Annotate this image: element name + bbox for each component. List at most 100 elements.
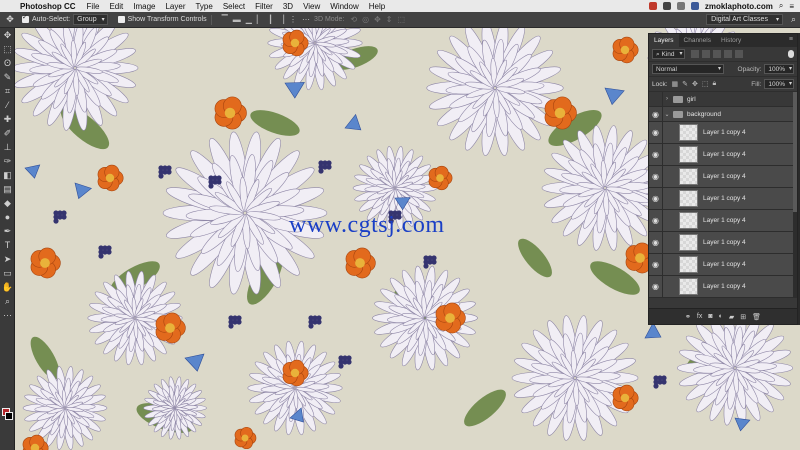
add-mask-icon[interactable]: ◙ — [708, 313, 712, 320]
stamp-tool-icon[interactable]: ⊥ — [0, 140, 15, 154]
smart-object-filter-icon[interactable] — [735, 50, 744, 58]
layer-row[interactable]: ◉ Layer 1 copy 4 — [649, 232, 797, 254]
crop-tool-icon[interactable]: ⌗ — [0, 84, 15, 98]
eyedropper-tool-icon[interactable]: ⁄ — [0, 98, 15, 112]
marquee-tool-icon[interactable]: ⬚ — [0, 42, 15, 56]
adjustment-layer-icon[interactable]: ◐ — [719, 313, 723, 320]
more-tools-icon[interactable]: ··· — [0, 308, 15, 322]
visibility-toggle[interactable] — [649, 92, 663, 106]
search-icon[interactable]: ⌕ — [791, 14, 796, 25]
align-left-icon[interactable]: ▏ — [257, 15, 263, 24]
path-select-tool-icon[interactable]: ➤ — [0, 252, 15, 266]
menu-filter[interactable]: Filter — [250, 2, 278, 11]
visibility-toggle[interactable]: ◉ — [649, 188, 663, 209]
menu-view[interactable]: View — [298, 2, 325, 11]
auto-select-checkbox[interactable] — [22, 13, 29, 23]
layer-row[interactable]: ◉ Layer 1 copy 4 — [649, 166, 797, 188]
healing-tool-icon[interactable]: ✚ — [0, 112, 15, 126]
3d-slide-icon[interactable]: ⇕ — [386, 15, 393, 24]
layer-row[interactable]: ◉ Layer 1 copy 4 — [649, 144, 797, 166]
type-filter-icon[interactable] — [713, 50, 722, 58]
record-icon[interactable] — [648, 2, 657, 10]
menu-file[interactable]: File — [82, 2, 105, 11]
status-icon[interactable] — [662, 2, 671, 10]
opacity-input[interactable]: 100% — [764, 64, 794, 74]
blur-tool-icon[interactable]: ◆ — [0, 196, 15, 210]
new-group-icon[interactable]: ▰ — [729, 313, 734, 321]
layer-row[interactable]: ◉ Layer 1 copy 4 — [649, 276, 797, 298]
lock-position-icon[interactable]: ✥ — [692, 80, 698, 88]
filter-toggle[interactable] — [788, 50, 794, 58]
menu-3d[interactable]: 3D — [278, 2, 298, 11]
link-layers-icon[interactable]: ⚭ — [685, 313, 691, 321]
quick-select-tool-icon[interactable]: ✎ — [0, 70, 15, 84]
3d-roll-icon[interactable]: ◎ — [362, 15, 369, 24]
visibility-toggle[interactable]: ◉ — [649, 166, 663, 187]
visibility-toggle[interactable]: ◉ — [649, 122, 663, 143]
filter-kind-dropdown[interactable]: ⌕ Kind — [652, 49, 686, 59]
layer-row[interactable]: ◉ Layer 1 copy 4 — [649, 254, 797, 276]
status-icon[interactable] — [676, 2, 685, 10]
menu-select[interactable]: Select — [218, 2, 250, 11]
trash-icon[interactable]: 🗑︎ — [752, 313, 761, 321]
align-center-icon[interactable]: ┃ — [268, 15, 273, 24]
menu-image[interactable]: Image — [128, 2, 160, 11]
workspace-dropdown[interactable]: Digital Art Classes — [706, 14, 783, 25]
type-tool-icon[interactable]: T — [0, 238, 15, 252]
distribute-icon[interactable]: ⋮ — [289, 15, 297, 24]
fill-input[interactable]: 100% — [764, 79, 794, 89]
pen-tool-icon[interactable]: ✒ — [0, 224, 15, 238]
hand-tool-icon[interactable]: ✋ — [0, 280, 15, 294]
list-icon[interactable]: ≡ — [789, 2, 794, 11]
gradient-tool-icon[interactable]: ▤ — [0, 182, 15, 196]
align-middle-icon[interactable]: ▬ — [233, 15, 241, 24]
auto-select-dropdown[interactable]: Group — [73, 14, 108, 25]
lock-all-icon[interactable]: 🔒︎ — [713, 80, 717, 88]
brush-tool-icon[interactable]: ✐ — [0, 126, 15, 140]
panel-menu-icon[interactable]: ≡ — [785, 34, 797, 47]
align-bottom-icon[interactable]: ▁ — [246, 15, 252, 24]
eraser-tool-icon[interactable]: ◧ — [0, 168, 15, 182]
layer-group-girl[interactable]: › girl — [649, 92, 797, 107]
fx-icon[interactable]: fx — [697, 313, 702, 320]
visibility-toggle[interactable]: ◉ — [649, 144, 663, 165]
layer-row[interactable]: ◉ Layer 1 copy 4 — [649, 122, 797, 144]
menu-layer[interactable]: Layer — [160, 2, 190, 11]
menu-type[interactable]: Type — [190, 2, 217, 11]
shape-tool-icon[interactable]: ▭ — [0, 266, 15, 280]
visibility-toggle[interactable]: ◉ — [649, 276, 663, 297]
history-brush-icon[interactable]: ✑ — [0, 154, 15, 168]
lock-artboard-icon[interactable]: ⬚ — [702, 80, 709, 88]
status-icon[interactable] — [690, 2, 699, 10]
tab-history[interactable]: History — [716, 34, 746, 47]
show-transform-checkbox[interactable] — [117, 16, 125, 23]
lasso-tool-icon[interactable]: ʘ — [0, 56, 15, 70]
background-color-swatch[interactable] — [5, 412, 13, 420]
visibility-toggle[interactable]: ◉ — [649, 107, 663, 121]
zoom-tool-icon[interactable]: ⌕ — [0, 294, 15, 308]
collapse-caret-icon[interactable]: ⌄ — [663, 111, 671, 118]
search-icon[interactable]: ⌕ — [779, 1, 783, 11]
visibility-toggle[interactable]: ◉ — [649, 254, 663, 275]
lock-pixels-icon[interactable]: ▦ — [672, 80, 679, 88]
move-tool-icon[interactable]: ✥ — [0, 28, 15, 42]
adjustment-filter-icon[interactable] — [702, 50, 711, 58]
app-name-menu[interactable]: Photoshop CC — [18, 2, 82, 11]
distribute-icon[interactable]: ⋯ — [302, 15, 310, 24]
3d-scale-icon[interactable]: ⬚ — [398, 15, 406, 24]
visibility-toggle[interactable]: ◉ — [649, 210, 663, 231]
shape-filter-icon[interactable] — [724, 50, 733, 58]
menu-help[interactable]: Help — [364, 2, 390, 11]
3d-pan-icon[interactable]: ✥ — [374, 15, 381, 24]
3d-rotate-icon[interactable]: ⟲ — [350, 15, 357, 24]
lock-paint-icon[interactable]: ✎ — [682, 80, 688, 88]
move-tool-icon[interactable]: ✥ — [0, 14, 20, 25]
align-right-icon[interactable]: ▕ — [278, 15, 284, 24]
dodge-tool-icon[interactable]: ● — [0, 210, 15, 224]
scrollbar-thumb[interactable] — [793, 92, 797, 212]
layer-row[interactable]: ◉ Layer 1 copy 4 — [649, 210, 797, 232]
expand-caret-icon[interactable]: › — [663, 96, 671, 102]
layer-group-background[interactable]: ◉ ⌄ background — [649, 107, 797, 122]
new-layer-icon[interactable]: ⊞ — [740, 313, 746, 321]
menu-window[interactable]: Window — [325, 2, 363, 11]
